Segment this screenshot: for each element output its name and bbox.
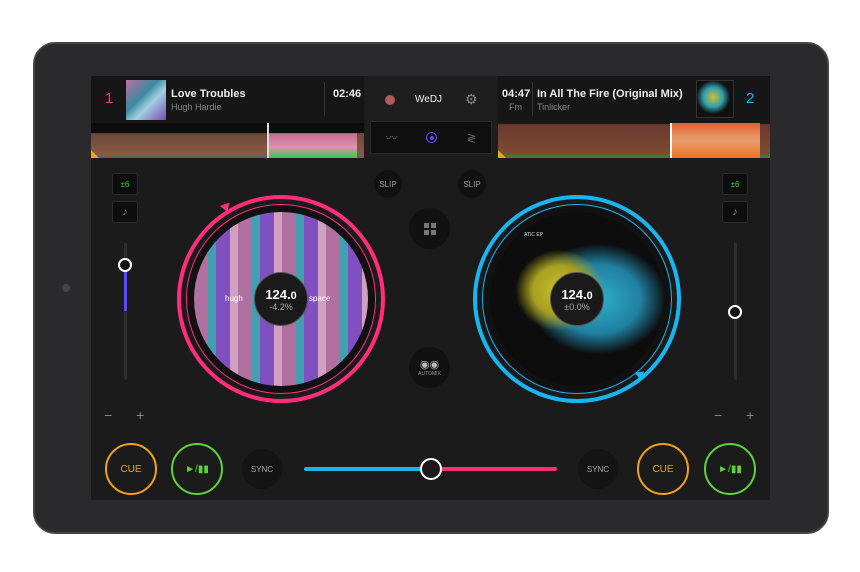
deck2-key: Fm (509, 102, 522, 112)
deck2-pitch-range-button[interactable]: ±6 (722, 173, 748, 195)
camera (62, 284, 70, 292)
settings-gear-icon[interactable]: ⚙ (465, 91, 478, 108)
deck1-art-label: space (309, 294, 331, 303)
deck1-artist: Hugh Hardie (171, 102, 222, 112)
platter-icon[interactable] (426, 132, 438, 143)
deck2-sync-button[interactable]: SYNC (578, 449, 618, 489)
deck2-playhead (670, 123, 672, 158)
deck1-playhead (267, 123, 269, 158)
deck1-time: 02:46 (333, 88, 362, 100)
deck1-cue-button[interactable]: CUE (105, 443, 157, 495)
deck1-title: Love Troubles (171, 88, 246, 100)
deck2-pitch-plus[interactable]: + (746, 407, 754, 423)
deck2-art-label: ATIC EP (524, 232, 544, 238)
deck2-bpm: 124. (561, 286, 587, 302)
deck1-play-pause-button[interactable]: ►/▮▮ (171, 443, 223, 495)
deck1-pitch-range-button[interactable]: ±6 (112, 173, 138, 195)
deck2-bpm-display: 124.0 ±0.0% (550, 272, 604, 326)
deck2-pitch-knob[interactable] (728, 304, 742, 319)
deck2-number: 2 (746, 90, 755, 107)
app-logo: WeDJ (415, 94, 443, 105)
deck2-platter-ring[interactable]: ATIC EP 124.0 ±0.0% (473, 195, 681, 403)
deck2-pitch-minus[interactable]: − (714, 407, 722, 423)
deck1-bpm: 124. (265, 286, 291, 302)
divider (324, 82, 325, 116)
deck1-sync-button[interactable]: SYNC (242, 449, 282, 489)
deck1-keylock-icon[interactable]: ♪ (112, 201, 138, 223)
deck1-header: 1 Love Troubles Hugh Hardie 02:46 (91, 76, 364, 123)
deck1-pitch-minus[interactable]: − (104, 407, 112, 423)
view-switcher: 〰 ≷ (370, 121, 492, 154)
dj-app-screen: 1 Love Troubles Hugh Hardie 02:46 WeDJ ⚙… (91, 76, 770, 500)
deck2-title: In All The Fire (Original Mix) (537, 88, 683, 100)
waveform-icon[interactable]: 〰 (385, 129, 397, 146)
crossfader[interactable] (304, 458, 557, 480)
deck1-number: 1 (105, 90, 114, 107)
deck1-slip-button[interactable]: SLIP (374, 170, 402, 198)
deck2-cue-button[interactable]: CUE (637, 443, 689, 495)
deck1-bpm-decimal: 0 (290, 289, 297, 302)
deck2-position-marker (634, 367, 648, 381)
deck1-pitch-plus[interactable]: + (136, 407, 144, 423)
crossfader-knob[interactable] (419, 458, 442, 480)
deck1-pitch-knob[interactable] (118, 257, 132, 272)
deck2-cover-art[interactable] (696, 80, 734, 118)
deck2-keylock-icon[interactable]: ♪ (722, 201, 748, 223)
vertical-waveform-icon[interactable]: ≷ (466, 131, 476, 145)
automix-label: AUTOMIX (418, 371, 441, 377)
deck1-cue-marker (91, 150, 99, 158)
deck2-artist: Tinlicker (537, 102, 571, 112)
deck1-waveform[interactable] (91, 123, 364, 158)
divider (532, 82, 533, 116)
deck2-bpm-decimal: 0 (586, 289, 593, 302)
deck2-header: 04:47 Fm In All The Fire (Original Mix) … (498, 76, 770, 123)
automix-icon: ◉◉ (419, 359, 440, 371)
deck2-cue-marker (498, 150, 506, 158)
deck2-play-pause-button[interactable]: ►/▮▮ (704, 443, 756, 495)
deck1-pitch-percent: -4.2% (269, 301, 293, 312)
deck2-slip-button[interactable]: SLIP (458, 170, 486, 198)
deck1-cover-art[interactable] (126, 80, 166, 120)
record-button[interactable] (385, 95, 395, 105)
deck1-platter-ring[interactable]: hugh space 124.0 -4.2% (177, 195, 385, 403)
deck2-pitch-percent: ±0.0% (564, 301, 590, 312)
deck1-art-label: hugh (225, 294, 243, 303)
grid-menu-icon[interactable] (409, 208, 450, 249)
deck1-bpm-display: 124.0 -4.2% (254, 272, 308, 326)
deck2-waveform[interactable] (498, 123, 770, 158)
deck2-time: 04:47 (502, 88, 531, 100)
center-panel: WeDJ ⚙ 〰 ≷ (365, 76, 497, 158)
automix-button[interactable]: ◉◉ AUTOMIX (409, 347, 450, 388)
deck1-position-marker (219, 202, 233, 214)
